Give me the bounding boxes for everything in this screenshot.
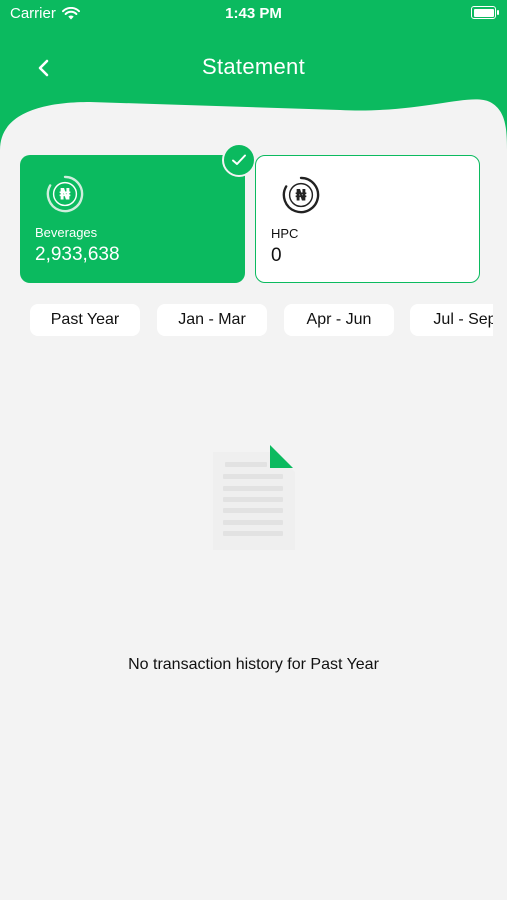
- clock: 1:43 PM: [225, 5, 282, 22]
- page-title: Statement: [202, 54, 305, 79]
- battery-icon: [471, 6, 499, 19]
- checkmark-icon: [232, 154, 246, 165]
- account-card-hpc[interactable]: ₦ HPC 0: [255, 155, 480, 283]
- naira-icon: ₦: [46, 175, 84, 213]
- svg-text:₦: ₦: [59, 185, 70, 204]
- status-bar: Carrier 1:43 PM: [0, 0, 507, 28]
- svg-text:₦: ₦: [295, 186, 306, 205]
- card-label: HPC: [271, 226, 299, 241]
- period-filter-bar: Past Year Jan - Mar Apr - Jun Jul - Sep: [30, 304, 493, 338]
- selected-check-badge: [222, 143, 256, 177]
- document-icon: [213, 445, 295, 550]
- period-chip-past-year[interactable]: Past Year: [30, 304, 140, 336]
- card-value: 0: [271, 245, 282, 266]
- empty-state-message: No transaction history for Past Year: [128, 656, 379, 673]
- naira-icon: ₦: [282, 176, 320, 214]
- period-chip-apr-jun[interactable]: Apr - Jun: [284, 304, 394, 336]
- card-value: 2,933,638: [35, 244, 120, 265]
- period-chip-jan-mar[interactable]: Jan - Mar: [157, 304, 267, 336]
- card-label: Beverages: [35, 225, 98, 240]
- account-card-beverages[interactable]: ₦ Beverages 2,933,638: [20, 155, 245, 283]
- period-chip-jul-sep[interactable]: Jul - Sep: [410, 304, 493, 336]
